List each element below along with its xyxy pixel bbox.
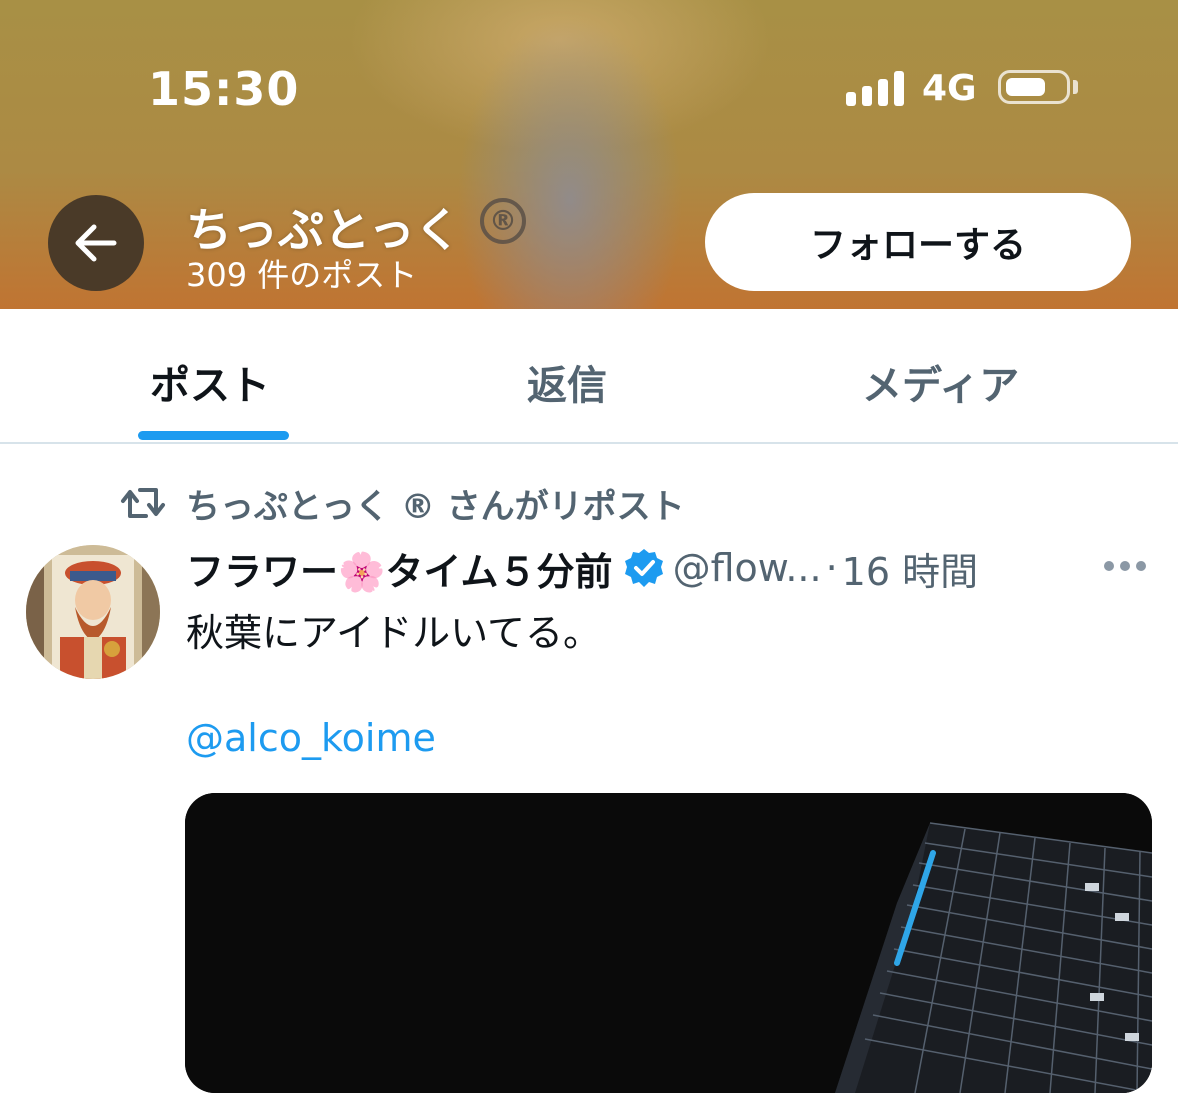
repost-icon — [121, 488, 165, 518]
battery-nub — [1073, 80, 1078, 94]
tab-media[interactable]: メディア — [862, 353, 1019, 411]
avatar-image — [26, 545, 160, 679]
verified-badge-icon — [624, 549, 663, 587]
back-button[interactable] — [48, 195, 144, 291]
tweet-media-image[interactable] — [185, 793, 1152, 1093]
arrow-left-icon — [75, 224, 117, 262]
more-options-button[interactable] — [1100, 556, 1150, 576]
repost-context[interactable]: ちっぷとっく ® さんがリポスト — [120, 480, 685, 527]
tweet-time[interactable]: 16 時間 — [842, 541, 978, 596]
profile-header: 15:30 4G ちっぷとっく ® 309 件のポスト フォローする — [0, 0, 1178, 309]
separator-dot: · — [825, 546, 838, 590]
building-night-photo — [185, 793, 1152, 1093]
repost-text: ちっぷとっく ® さんがリポスト — [186, 486, 685, 527]
author-name[interactable]: フラワー🌸タイム５分前 — [186, 541, 613, 596]
mention-link[interactable]: @alco_koime — [186, 716, 436, 760]
status-time: 15:30 — [148, 62, 300, 116]
author-handle[interactable]: @flow... — [673, 546, 822, 590]
tab-posts[interactable]: ポスト — [150, 353, 270, 411]
avatar[interactable] — [26, 545, 160, 679]
registered-mark: ® — [480, 198, 526, 244]
battery-icon — [998, 70, 1070, 104]
tweet-header: フラワー🌸タイム５分前 @flow... · 16 時間 — [186, 540, 978, 596]
tweet-text: 秋葉にアイドルいてる。 — [186, 611, 601, 655]
network-type: 4G — [922, 68, 977, 109]
active-tab-indicator — [138, 431, 289, 440]
tab-replies[interactable]: 返信 — [527, 353, 607, 411]
follow-button[interactable]: フォローする — [705, 193, 1131, 291]
post-count: 309 件のポスト — [186, 256, 418, 294]
profile-tabs: ポスト 返信 メディア — [0, 309, 1178, 444]
signal-icon — [846, 70, 906, 106]
